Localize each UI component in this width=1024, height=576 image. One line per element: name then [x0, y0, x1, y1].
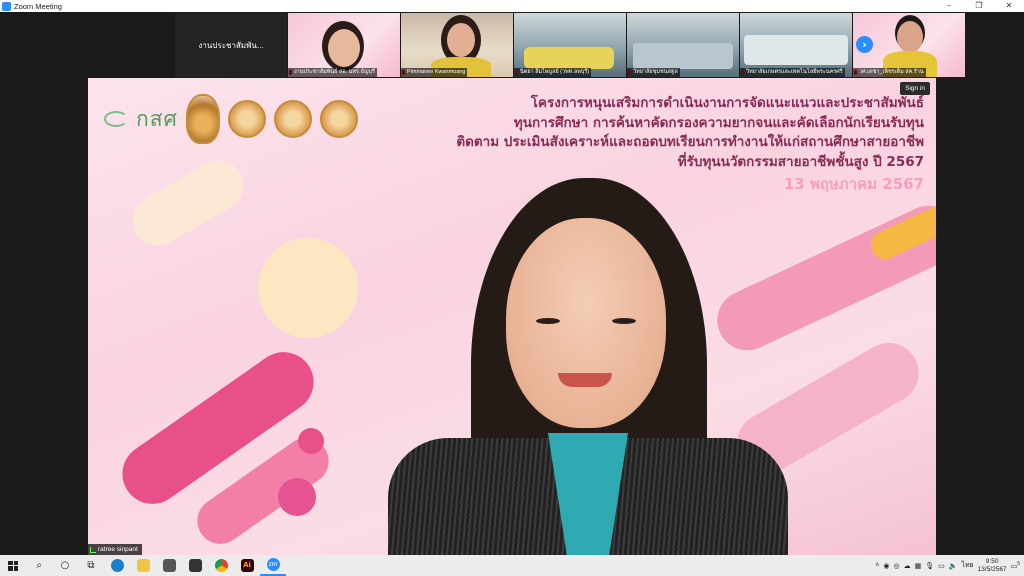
participant-thumbnail[interactable]: งานประชาสัมพันธ์ สอ. มทร.ธัญบุรี	[288, 13, 400, 77]
folder-icon	[136, 559, 150, 572]
slide-decoration	[278, 478, 316, 516]
participant-thumbnail[interactable]: นิตยา ลิ้มไพบูลย์ (วพท.ลพบุรี)	[514, 13, 626, 77]
participant-video-face	[328, 29, 360, 67]
participant-label: วศ.เดชา_เพ็ชรเต็ม สค.ร้าน	[853, 68, 926, 77]
speaker-name-tag: ratree sinpant	[88, 544, 142, 555]
slide-decoration	[123, 151, 253, 255]
close-button[interactable]: ✕	[994, 0, 1024, 12]
institution-seal-icon	[319, 100, 358, 138]
slide-title-line: ติดตาม ประเมินสังเคราะห์และถอดบทเรียนการ…	[456, 134, 924, 150]
taskbar-zoom[interactable]: zm	[260, 555, 286, 576]
task-view-icon[interactable]: ⧉	[78, 555, 104, 576]
institution-emblem-icon	[185, 94, 220, 144]
chevron-up-icon[interactable]: ˄	[875, 562, 879, 569]
participant-label: นิตยา ลิ้มไพบูลย์ (วพท.ลพบุรี)	[514, 68, 592, 77]
slide-title: โครงการหนุนเสริมการดำเนินงานการจัดแนะแนว…	[456, 94, 924, 195]
illustrator-icon: Ai	[240, 559, 254, 572]
search-icon[interactable]: ⌕	[26, 555, 52, 576]
slide-title-line: ทุนการศึกษา การค้นหาคัดกรองความยากจนและค…	[513, 114, 924, 131]
slide-title-line: โครงการหนุนเสริมการดำเนินงานการจัดแนะแนว…	[530, 95, 924, 111]
clock-time: 9:50	[985, 557, 999, 565]
speaker-smile	[558, 373, 612, 387]
participant-thumbnail[interactable]: Pimmanee Kwanmuang	[401, 13, 513, 77]
start-button[interactable]	[0, 555, 26, 576]
cortana-icon[interactable]: ○	[52, 555, 78, 576]
zoom-meeting-area: งานประชาสัมพัน... งานประชาสัมพันธ์ สอ. ม…	[0, 12, 1024, 555]
restore-button[interactable]: ❐	[964, 0, 994, 12]
tray-app-icon[interactable]: ◎	[893, 562, 899, 570]
participant-thumbnail[interactable]: วิทยาลัยเกษตรและเทคโนโลยีพระนครศรี	[740, 13, 852, 77]
onedrive-icon[interactable]: ☁	[904, 562, 911, 570]
chrome-icon	[214, 559, 228, 572]
speaker-eye	[612, 318, 636, 324]
title-bar: Zoom Meeting – ❐ ✕	[0, 0, 1024, 12]
participant-video-face	[447, 23, 475, 57]
slide-date: 13 พฤษภาคม 2567	[783, 175, 924, 193]
speaker-name: ratree sinpant	[98, 546, 138, 553]
taskbar-chrome[interactable]	[208, 555, 234, 576]
institution-seal-icon	[227, 100, 266, 138]
active-speaker-video: Sign in กสศ โครงการหนุนเสริมการดำเนินงาน…	[88, 78, 936, 555]
input-language[interactable]: ไทย	[961, 560, 973, 571]
participant-thumbnail[interactable]: งานประชาสัมพัน...	[175, 13, 287, 77]
participant-video-face	[897, 21, 923, 53]
clock[interactable]: 9:50 13/5/2567	[978, 558, 1007, 574]
tray-app-icon[interactable]: ◉	[883, 562, 889, 570]
minimize-button[interactable]: –	[934, 0, 964, 12]
connection-signal-icon	[90, 546, 96, 553]
eef-logo-text: กสศ	[136, 106, 178, 131]
zoom-app-icon	[2, 1, 11, 11]
window-controls: – ❐ ✕	[934, 0, 1024, 12]
window-title: Zoom Meeting	[14, 1, 62, 11]
microphone-icon[interactable]: 🎙	[925, 562, 934, 570]
next-page-arrow-icon[interactable]: ›	[856, 36, 873, 53]
mail-icon	[162, 559, 176, 572]
speaker-face	[506, 218, 666, 428]
edge-icon	[110, 559, 124, 572]
institution-seal-icon	[273, 100, 312, 138]
taskbar-explorer[interactable]	[130, 555, 156, 576]
volume-icon[interactable]: 🔈	[949, 562, 958, 570]
participant-label: Pimmanee Kwanmuang	[401, 68, 468, 77]
clock-date: 13/5/2567	[977, 565, 1007, 573]
windows-logo-icon	[8, 560, 18, 571]
windows-taskbar: ⌕ ○ ⧉ Ai zm ˄ ◉ ◎ ☁ ▦ 🎙 ▭ 🔈 ไทย 9:50 13/…	[0, 555, 1024, 576]
slide-logos: กสศ	[104, 94, 358, 144]
speaker-eye	[536, 318, 560, 324]
participant-label: วิทยาลัยชุมชนสตูล	[627, 68, 680, 77]
taskbar-illustrator[interactable]: Ai	[234, 555, 260, 576]
participant-thumbnail[interactable]: วิทยาลัยชุมชนสตูล	[627, 13, 739, 77]
participant-name: งานประชาสัมพัน...	[198, 41, 264, 50]
system-tray: ˄ ◉ ◎ ☁ ▦ 🎙 ▭ 🔈 ไทย 9:50 13/5/2567 ▭5	[875, 555, 1024, 576]
meeting-room-people	[524, 47, 614, 69]
slide-decoration	[298, 428, 324, 454]
notification-count: 5	[1017, 560, 1020, 567]
participant-label: งานประชาสัมพันธ์ สอ. มทร.ธัญบุรี	[288, 68, 377, 77]
eef-logo-icon	[104, 111, 128, 127]
network-icon[interactable]: ▦	[915, 562, 922, 570]
zoom-icon: zm	[266, 558, 280, 571]
slide-decoration	[258, 238, 358, 338]
participant-label: วิทยาลัยเกษตรและเทคโนโลยีพระนครศรี	[740, 68, 845, 77]
display-icon[interactable]: ▭	[938, 562, 945, 570]
meeting-room-table	[633, 43, 733, 69]
participant-thumbnail-strip: งานประชาสัมพัน... งานประชาสัมพันธ์ สอ. ม…	[175, 13, 965, 77]
taskbar-photos[interactable]	[182, 555, 208, 576]
notification-center-icon[interactable]: ▭5	[1011, 561, 1020, 570]
taskbar-mail[interactable]	[156, 555, 182, 576]
taskbar-edge[interactable]	[104, 555, 130, 576]
photos-icon	[188, 559, 202, 572]
meeting-room-table	[744, 35, 848, 65]
slide-title-line: ที่รับทุนนวัตกรรมสายอาชีพชั้นสูง ปี 2567	[677, 153, 924, 170]
